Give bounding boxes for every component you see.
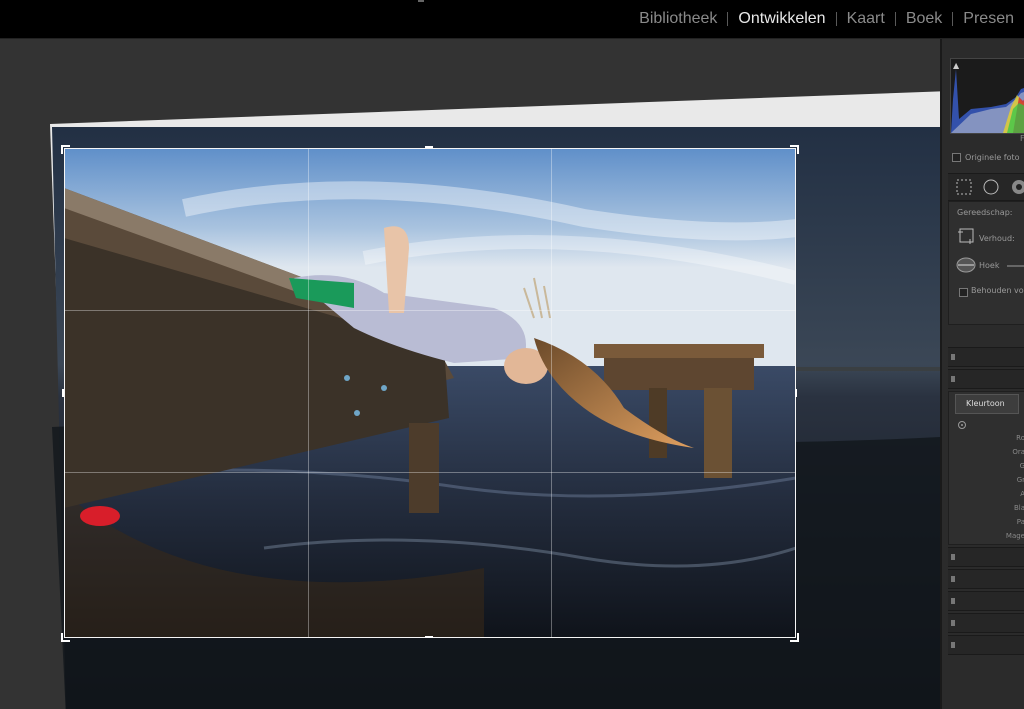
- hsl-tab-hue[interactable]: Kleurtoon: [955, 394, 1019, 414]
- original-photo-checkbox[interactable]: [952, 153, 961, 162]
- window-handle: [418, 0, 424, 2]
- hsl-item-purple: Pa: [1016, 518, 1024, 526]
- aspect-label: Verhoud:: [979, 234, 1015, 243]
- crop-grid-line: [308, 148, 309, 638]
- top-bar: Bibliotheek Ontwikkelen Kaart Boek Prese…: [0, 0, 1024, 39]
- hsl-item-red: Ro: [1016, 434, 1024, 442]
- collapsed-panel[interactable]: [948, 369, 1024, 389]
- crop-handle-top[interactable]: [425, 146, 433, 148]
- collapsed-panel[interactable]: [948, 547, 1024, 567]
- hsl-item-orange: Ora: [1012, 448, 1024, 456]
- disclosure-triangle-icon: [951, 620, 955, 626]
- crop-angle-icon[interactable]: [957, 226, 977, 246]
- histogram-graph: [951, 69, 1024, 133]
- hsl-item-magenta: Mage: [1005, 532, 1024, 540]
- hsl-item-green: Gr: [1016, 476, 1024, 484]
- module-picker: Bibliotheek Ontwikkelen Kaart Boek Prese…: [629, 0, 1024, 38]
- photo-crop-area: [64, 148, 796, 638]
- crop-grid-line: [64, 310, 796, 311]
- spot-removal-icon[interactable]: [982, 179, 1000, 195]
- crop-grid-line: [551, 148, 552, 638]
- angle-slider[interactable]: [1007, 265, 1024, 267]
- hsl-tab-label: Kleurtoon: [966, 399, 1005, 408]
- histogram: ▲: [950, 58, 1024, 134]
- original-photo-label: Originele foto: [965, 153, 1020, 162]
- develop-right-panel: ▲ F Originele foto Gereedschap: Verhoud:…: [940, 39, 1024, 709]
- module-book[interactable]: Boek: [896, 10, 952, 28]
- angle-label: Hoek: [979, 261, 1000, 270]
- hsl-item-aqua: A: [1020, 490, 1024, 498]
- module-library[interactable]: Bibliotheek: [629, 10, 727, 28]
- hsl-item-yellow: G: [1019, 462, 1024, 470]
- crop-overlay-icon[interactable]: [956, 179, 972, 195]
- tool-strip: [948, 173, 1024, 201]
- hsl-panel: Kleurtoon Ro Ora G Gr A Bla Pa Mage: [948, 391, 1024, 545]
- crop-handle-bottom[interactable]: [425, 636, 433, 638]
- histogram-info: F: [1020, 134, 1024, 143]
- module-slideshow[interactable]: Presen: [953, 10, 1024, 28]
- constrain-checkbox[interactable]: [959, 288, 968, 297]
- collapsed-panel[interactable]: [948, 613, 1024, 633]
- disclosure-triangle-icon: [951, 642, 955, 648]
- disclosure-triangle-icon: [951, 576, 955, 582]
- straighten-icon[interactable]: [955, 256, 977, 274]
- disclosure-triangle-icon: [951, 554, 955, 560]
- crop-handle-right[interactable]: [795, 389, 797, 397]
- tool-label: Gereedschap:: [957, 208, 1013, 217]
- constrain-label: Behouden vo: [971, 286, 1024, 295]
- crop-grid-line: [64, 472, 796, 473]
- collapsed-panel[interactable]: [948, 569, 1024, 589]
- crop-handle-left[interactable]: [62, 389, 64, 397]
- disclosure-triangle-icon: [951, 598, 955, 604]
- module-develop[interactable]: Ontwikkelen: [728, 10, 835, 28]
- collapsed-panel[interactable]: [948, 591, 1024, 611]
- crop-handle-bottom-right[interactable]: [790, 633, 799, 642]
- crop-handle-top-right[interactable]: [790, 145, 799, 154]
- collapsed-panel[interactable]: [948, 347, 1024, 367]
- crop-handle-bottom-left[interactable]: [61, 633, 70, 642]
- red-eye-icon[interactable]: [1010, 178, 1024, 196]
- crop-handle-top-left[interactable]: [61, 145, 70, 154]
- targeted-adjust-icon[interactable]: [957, 420, 967, 430]
- clipping-indicator-icon[interactable]: ▲: [953, 61, 959, 70]
- hsl-item-blue: Bla: [1013, 504, 1024, 512]
- collapsed-panel[interactable]: [948, 635, 1024, 655]
- original-photo-toggle[interactable]: Originele foto: [952, 153, 1020, 162]
- crop-tool-panel: Gereedschap: Verhoud: Hoek Behouden vo: [948, 201, 1024, 325]
- disclosure-triangle-icon: [951, 376, 955, 382]
- module-map[interactable]: Kaart: [837, 10, 895, 28]
- disclosure-triangle-icon: [951, 354, 955, 360]
- image-canvas[interactable]: [0, 39, 940, 709]
